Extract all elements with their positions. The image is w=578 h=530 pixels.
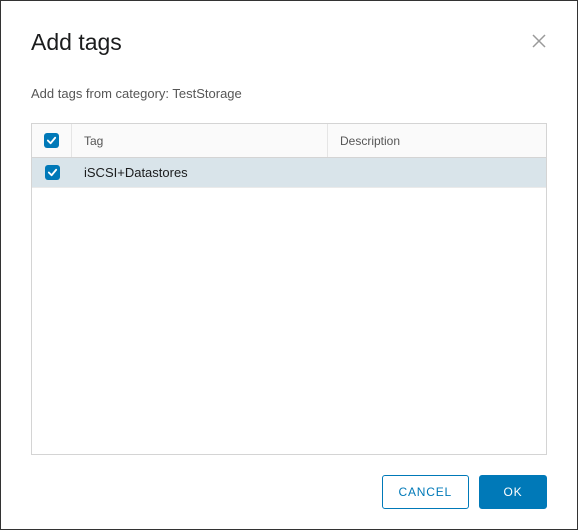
dialog-subtitle: Add tags from category: TestStorage bbox=[31, 86, 547, 101]
dialog-title: Add tags bbox=[31, 29, 122, 56]
close-icon[interactable] bbox=[531, 33, 547, 49]
select-all-checkbox[interactable] bbox=[44, 133, 59, 148]
ok-button[interactable]: OK bbox=[479, 475, 547, 509]
add-tags-dialog: Add tags Add tags from category: TestSto… bbox=[1, 1, 577, 529]
tags-table: Tag Description iSCSI+Datastores bbox=[31, 123, 547, 455]
row-checkbox[interactable] bbox=[45, 165, 60, 180]
header-description[interactable]: Description bbox=[328, 124, 546, 157]
header-tag[interactable]: Tag bbox=[72, 124, 328, 157]
dialog-footer: CANCEL OK bbox=[31, 475, 547, 509]
table-body: iSCSI+Datastores bbox=[32, 158, 546, 454]
header-checkbox-cell bbox=[32, 124, 72, 157]
row-checkbox-cell bbox=[32, 165, 72, 180]
dialog-header: Add tags bbox=[31, 29, 547, 56]
table-row[interactable]: iSCSI+Datastores bbox=[32, 158, 546, 188]
cancel-button[interactable]: CANCEL bbox=[382, 475, 469, 509]
row-tag-value: iSCSI+Datastores bbox=[72, 165, 328, 180]
table-header: Tag Description bbox=[32, 124, 546, 158]
